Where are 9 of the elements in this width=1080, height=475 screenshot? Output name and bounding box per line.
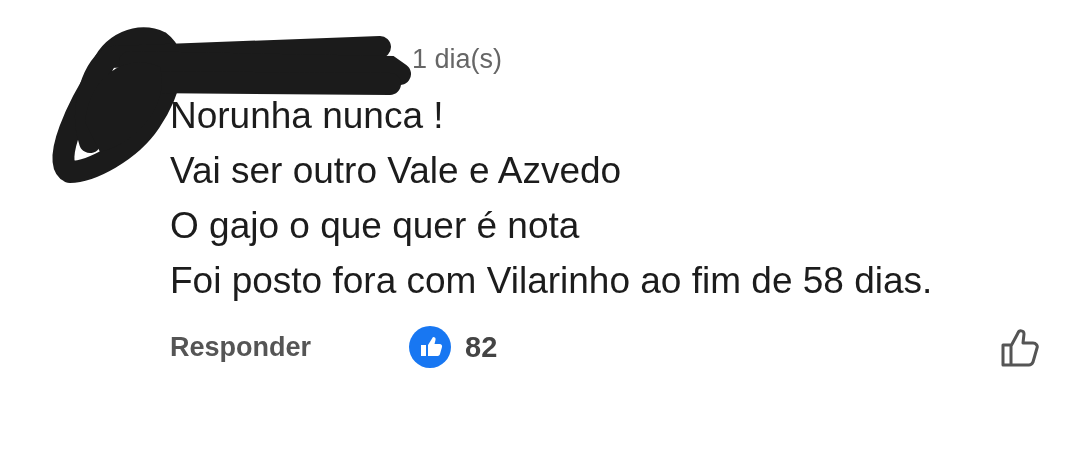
reply-button[interactable]: Responder: [170, 331, 312, 363]
comment-text: O gajo o que quer é nota: [170, 204, 581, 248]
comment-text: Foi posto fora com Vilarinho ao fim de 58 dias.: [170, 259, 934, 303]
comment-text: Norunha nunca !: [170, 94, 445, 138]
like-badge-icon: [409, 326, 452, 368]
comment-timestamp: 1 dia(s): [412, 44, 503, 74]
comment-text: Vai ser outro Vale e Azvedo: [170, 149, 623, 193]
thumbs-up-icon[interactable]: [1000, 326, 1040, 368]
like-count: 82: [465, 330, 498, 364]
